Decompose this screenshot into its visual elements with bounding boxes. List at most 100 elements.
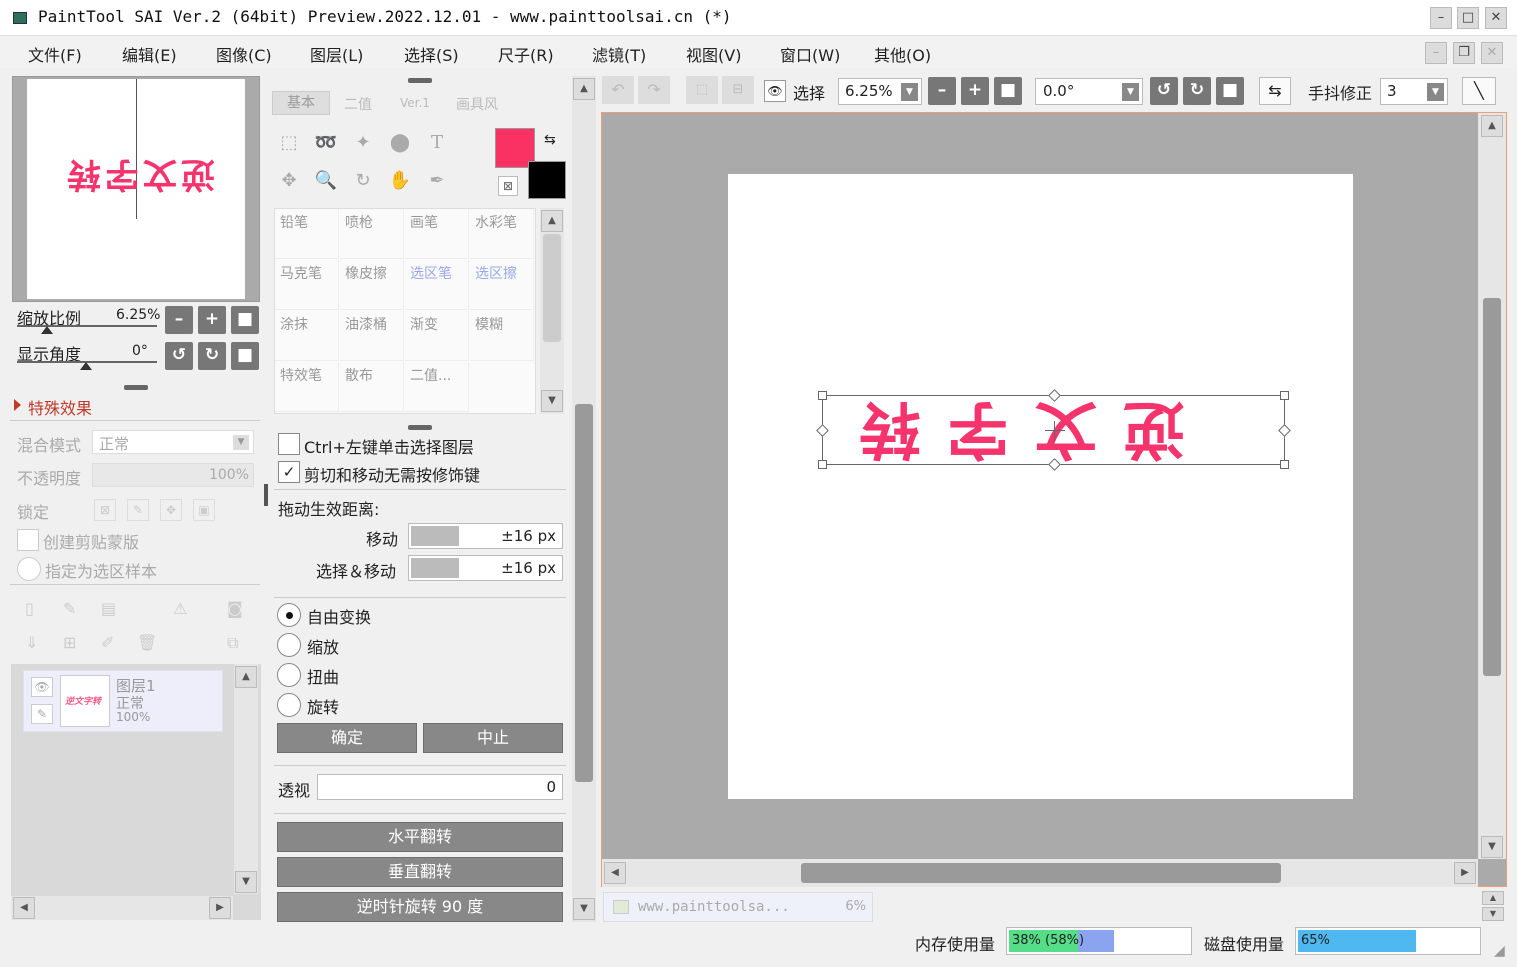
prev-doc-button[interactable]: ▲ [1482, 891, 1504, 905]
handle-bottom-left[interactable] [818, 460, 827, 469]
navigator-preview[interactable]: 逆文字转 [27, 79, 245, 299]
ok-button[interactable]: 确定 [277, 723, 417, 753]
flip-view-icon[interactable]: ⇆ [1259, 77, 1291, 105]
navigator[interactable]: 逆文字转 [12, 76, 260, 302]
delete-layer-icon[interactable]: 🗑 [137, 633, 157, 652]
lock-all-icon[interactable]: ▣ [193, 499, 215, 521]
brush-marker[interactable]: 马克笔 [275, 260, 339, 310]
rotate-icon[interactable]: ↻ [346, 164, 380, 198]
transparent-color-icon[interactable]: ⊠ [498, 176, 518, 196]
layer-list-vscroll[interactable]: ▲ ▼ [234, 664, 258, 894]
brush-scatter[interactable]: 散布 [340, 362, 404, 412]
scroll-up-button[interactable]: ▲ [1481, 115, 1503, 137]
lasso-icon[interactable]: ➿ [309, 126, 343, 160]
document-tab[interactable]: www.painttoolsa... 6% [603, 892, 873, 922]
brush-select-pen[interactable]: 选区笔 [405, 260, 469, 310]
scroll-right-button[interactable]: ▶ [209, 897, 231, 919]
opacity-slider[interactable]: 100% [92, 463, 254, 487]
layer-effect-icon[interactable]: ⚠ [173, 599, 187, 618]
apply-mask-icon[interactable]: ⧉ [227, 633, 238, 653]
deselect-icon[interactable]: ⬚ [686, 76, 718, 104]
toolbar-rotate-left-button[interactable]: ↺ [1150, 77, 1178, 105]
clear-layer-icon[interactable]: ✐ [101, 633, 114, 652]
scroll-right-button[interactable]: ▶ [1454, 862, 1476, 884]
ctrl-click-checkbox[interactable] [278, 433, 300, 455]
angle-select[interactable]: 0.0° ▼ [1035, 78, 1143, 105]
close-button[interactable]: ✕ [1485, 7, 1507, 29]
text-icon[interactable]: T [420, 126, 454, 160]
scroll-down-button[interactable]: ▼ [1481, 836, 1503, 858]
doc-restore-button[interactable]: ❐ [1453, 42, 1475, 64]
rotate-right-button[interactable]: ↻ [198, 342, 226, 370]
scroll-thumb[interactable] [575, 404, 593, 782]
menu-window[interactable]: 窗口(W) [780, 42, 840, 66]
layer-item[interactable]: 👁 ✎ 逆文字转 图层1 正常 100% [23, 670, 223, 732]
menu-layer[interactable]: 图层(L) [310, 42, 363, 66]
effects-title[interactable]: 特殊效果 [28, 395, 92, 419]
chevron-down-icon[interactable]: ▼ [1122, 83, 1139, 101]
brush-airbrush[interactable]: 喷枪 [340, 209, 404, 259]
zoom-select[interactable]: 6.25% ▼ [838, 78, 922, 105]
shape-icon[interactable]: ⬤ [383, 126, 417, 160]
scroll-left-button[interactable]: ◀ [604, 862, 626, 884]
tab-ver1[interactable]: Ver.1 [400, 96, 430, 110]
cancel-button[interactable]: 中止 [423, 723, 563, 753]
brush-vscroll[interactable]: ▲ ▼ [540, 208, 564, 414]
brush-binary[interactable]: 二值... [405, 362, 469, 412]
layer-mask-icon[interactable]: ◙ [227, 599, 243, 618]
toolbar-zoom-reset-button[interactable]: ■ [994, 77, 1022, 105]
scroll-thumb[interactable] [801, 863, 1281, 883]
next-doc-button[interactable]: ▼ [1482, 907, 1504, 921]
rotate-left-button[interactable]: ↺ [165, 342, 193, 370]
canvas-viewport[interactable]: 逆文字转 ▲ ▼ ◀ ▶ [601, 112, 1507, 887]
scale-radio[interactable] [277, 633, 301, 657]
lock-paint-icon[interactable]: ✎ [127, 499, 149, 521]
brush-blur[interactable]: 模糊 [470, 311, 534, 361]
zoom-reset-button[interactable]: ■ [231, 306, 259, 334]
menu-filter[interactable]: 滤镜(T) [592, 42, 646, 66]
undo-icon[interactable]: ↶ [602, 76, 634, 104]
redo-icon[interactable]: ↷ [638, 76, 670, 104]
angle-slider-marker[interactable] [80, 362, 92, 370]
cut-move-checkbox[interactable]: ✓ [278, 461, 300, 483]
move-distance-slider[interactable]: ±16 px [408, 523, 563, 549]
brush-eraser[interactable]: 橡皮擦 [340, 260, 404, 310]
scroll-up-button[interactable]: ▲ [541, 210, 563, 232]
swap-colors-icon[interactable]: ⇆ [544, 132, 556, 148]
scroll-thumb[interactable] [1483, 298, 1501, 676]
menu-image[interactable]: 图像(C) [216, 42, 272, 66]
panel-splitter[interactable] [124, 385, 148, 390]
chevron-down-icon[interactable]: ▼ [1427, 83, 1444, 101]
blend-mode-select[interactable]: 正常 ▼ [92, 430, 254, 454]
handle-bottom-right[interactable] [1280, 460, 1289, 469]
doc-close-button[interactable]: ✕ [1481, 42, 1503, 64]
lock-transparency-icon[interactable]: ⊠ [94, 499, 116, 521]
menu-edit[interactable]: 编辑(E) [122, 42, 177, 66]
scroll-down-button[interactable]: ▼ [573, 898, 595, 920]
toolbar-rotate-right-button[interactable]: ↻ [1183, 77, 1211, 105]
resize-grip-icon[interactable]: ◢ [1494, 943, 1505, 959]
tab-painter[interactable]: 画具风 [456, 94, 498, 114]
brush-smudge[interactable]: 涂抹 [275, 311, 339, 361]
zoom-icon[interactable]: 🔍 [309, 164, 343, 198]
doc-minimize-button[interactable]: – [1425, 42, 1447, 64]
visibility-eye-icon[interactable]: 👁 [31, 677, 53, 697]
canvas-paper[interactable]: 逆文字转 [728, 174, 1353, 799]
scroll-up-button[interactable]: ▲ [235, 666, 257, 688]
select-move-distance-slider[interactable]: ±16 px [408, 555, 563, 581]
new-folder-icon[interactable]: ▤ [101, 599, 116, 618]
brush-gradient[interactable]: 渐变 [405, 311, 469, 361]
scroll-down-button[interactable]: ▼ [235, 871, 257, 893]
tab-binary[interactable]: 二值 [344, 94, 372, 114]
straight-line-icon[interactable]: ╲ [1462, 77, 1496, 105]
flip-horizontal-button[interactable]: 水平翻转 [277, 822, 563, 852]
scroll-left-button[interactable]: ◀ [13, 897, 35, 919]
magic-wand-icon[interactable]: ✦ [346, 126, 380, 160]
rect-select-icon[interactable]: ⬚ [272, 126, 306, 160]
minimize-button[interactable]: – [1430, 7, 1452, 29]
merge-down-icon[interactable]: ⇓ [25, 633, 38, 652]
perspective-input[interactable]: 0 [317, 774, 563, 800]
handle-top-left[interactable] [818, 391, 827, 400]
scroll-up-button[interactable]: ▲ [573, 78, 595, 100]
move-icon[interactable]: ✥ [272, 164, 306, 198]
